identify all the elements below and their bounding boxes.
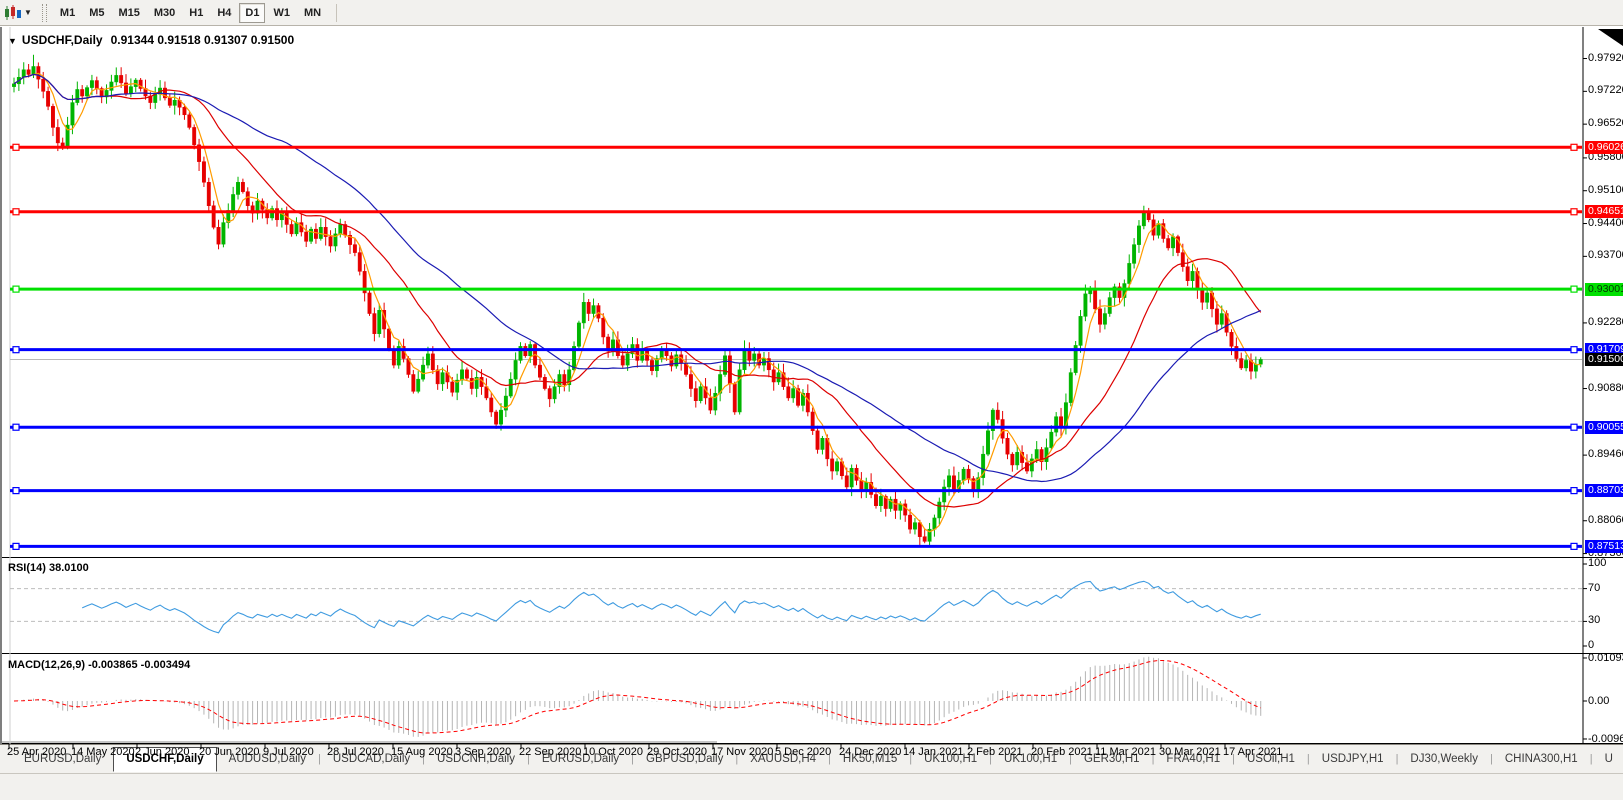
horizontal-line-0.87513[interactable] (10, 543, 1582, 549)
horizontal-line-0.94651[interactable] (10, 209, 1582, 215)
mt4-window: ▼ M1M5M15M30H1H4D1W1MN ▼ USDCHF,Daily 0.91… (0, 0, 1623, 800)
ma-mid-line (14, 74, 1261, 507)
macd-signal-line (14, 661, 1261, 734)
price-tag-0.96026: 0.96026 (1585, 141, 1623, 154)
horizontal-line-0.90055[interactable] (10, 424, 1582, 430)
price-tag-0.87513: 0.87513 (1585, 540, 1623, 553)
horizontal-line-0.91709[interactable] (10, 347, 1582, 353)
timeframe-button-m5[interactable]: M5 (83, 3, 110, 23)
scroll-to-end-marker[interactable] (1598, 29, 1623, 46)
timeframe-button-m1[interactable]: M1 (54, 3, 81, 23)
chart-symbol-period: USDCHF,Daily (22, 33, 103, 47)
chart-legend: ▼ USDCHF,Daily 0.91344 0.91518 0.91307 0.9… (8, 33, 294, 47)
timeframe-button-d1[interactable]: D1 (239, 3, 265, 23)
candlestick-chart-icon[interactable] (4, 5, 22, 21)
timeframe-button-h1[interactable]: H1 (183, 3, 209, 23)
timeframe-button-w1[interactable]: W1 (267, 3, 296, 23)
horizontal-line-0.93001[interactable] (10, 286, 1582, 292)
collapse-arrow-icon[interactable]: ▼ (8, 36, 17, 46)
ma-fast-line (14, 73, 1261, 531)
chart-ohlc-values: 0.91344 0.91518 0.91307 0.91500 (111, 33, 295, 47)
timeframe-toolbar: ▼ M1M5M15M30H1H4D1W1MN (0, 0, 1623, 26)
price-tag-0.93001: 0.93001 (1585, 283, 1623, 296)
macd-label: MACD(12,26,9) -0.003865 -0.003494 (8, 659, 190, 671)
timeframe-button-h4[interactable]: H4 (211, 3, 237, 23)
toolbar-separator (336, 4, 337, 22)
rsi-label: RSI(14) 38.0100 (8, 562, 89, 574)
chart-window: ▼ USDCHF,Daily 0.91344 0.91518 0.91307 0.9… (0, 27, 1623, 800)
timeframe-button-m15[interactable]: M15 (112, 3, 145, 23)
timeframe-button-mn[interactable]: MN (298, 3, 327, 23)
price-tag-0.94651: 0.94651 (1585, 205, 1623, 218)
toolbar-grip[interactable] (42, 4, 47, 22)
horizontal-line-0.96026[interactable] (10, 144, 1582, 150)
chevron-down-icon[interactable]: ▼ (24, 8, 32, 17)
horizontal-line-0.88703[interactable] (10, 488, 1582, 494)
current-price-tag: 0.91500 (1585, 353, 1623, 366)
timeframe-button-m30[interactable]: M30 (148, 3, 181, 23)
chart-canvas[interactable] (2, 27, 1623, 800)
price-tag-0.88703: 0.88703 (1585, 484, 1623, 497)
price-tag-0.90055: 0.90055 (1585, 421, 1623, 434)
